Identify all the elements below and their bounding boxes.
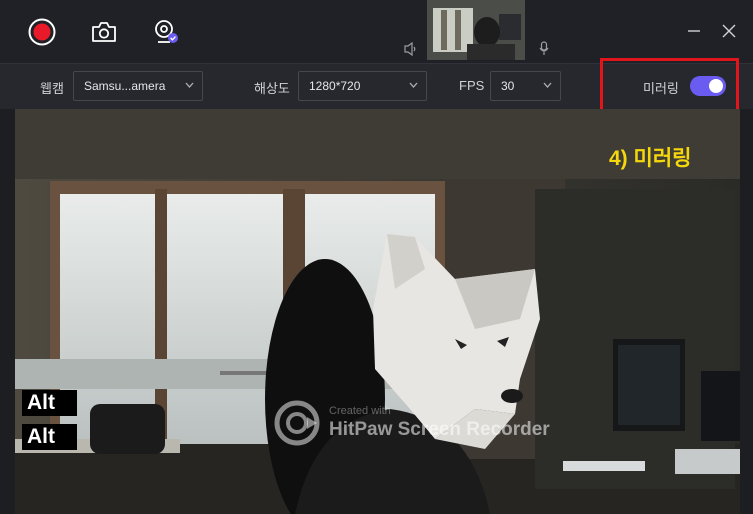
webcam-select[interactable]: Samsu...amera xyxy=(73,71,203,101)
fps-select[interactable]: 30 xyxy=(490,71,561,101)
close-button[interactable] xyxy=(717,19,741,43)
webcam-value: Samsu...amera xyxy=(84,79,166,93)
watermark: Created with HitPaw Screen Recorder xyxy=(273,399,550,447)
webcam-label: 웹캠 xyxy=(40,81,64,96)
chevron-down-icon xyxy=(543,82,552,88)
annotation-label: 4) 미러링 xyxy=(609,147,692,170)
key-indicator: Alt xyxy=(22,424,77,450)
webcam-settings-button[interactable] xyxy=(148,14,184,50)
resolution-value: 1280*720 xyxy=(309,79,361,93)
chevron-down-icon xyxy=(409,82,418,88)
watermark-large-text: HitPaw Screen Recorder xyxy=(329,419,550,440)
screenshot-button[interactable] xyxy=(86,14,122,50)
camera-icon xyxy=(92,22,116,42)
chevron-down-icon xyxy=(185,82,194,88)
minimize-button[interactable] xyxy=(682,19,706,43)
key-indicator: Alt xyxy=(22,390,77,416)
fps-value: 30 xyxy=(501,79,515,93)
fps-label: FPS xyxy=(459,78,485,93)
speaker-icon[interactable] xyxy=(404,42,416,56)
webcam-preview-thumbnail xyxy=(427,0,525,60)
watermark-small-text: Created with xyxy=(329,405,391,417)
resolution-label: 해상도 xyxy=(254,81,290,96)
right-margin xyxy=(740,109,753,514)
microphone-icon[interactable] xyxy=(539,41,549,56)
close-icon xyxy=(722,24,736,38)
minimize-icon xyxy=(688,30,700,32)
record-icon xyxy=(28,18,56,46)
resolution-select[interactable]: 1280*720 xyxy=(298,71,427,101)
webcam-settings-icon xyxy=(155,20,178,43)
hitpaw-logo-icon xyxy=(274,400,320,446)
top-toolbar xyxy=(0,0,753,63)
record-button[interactable] xyxy=(24,14,60,50)
left-margin xyxy=(0,109,15,514)
